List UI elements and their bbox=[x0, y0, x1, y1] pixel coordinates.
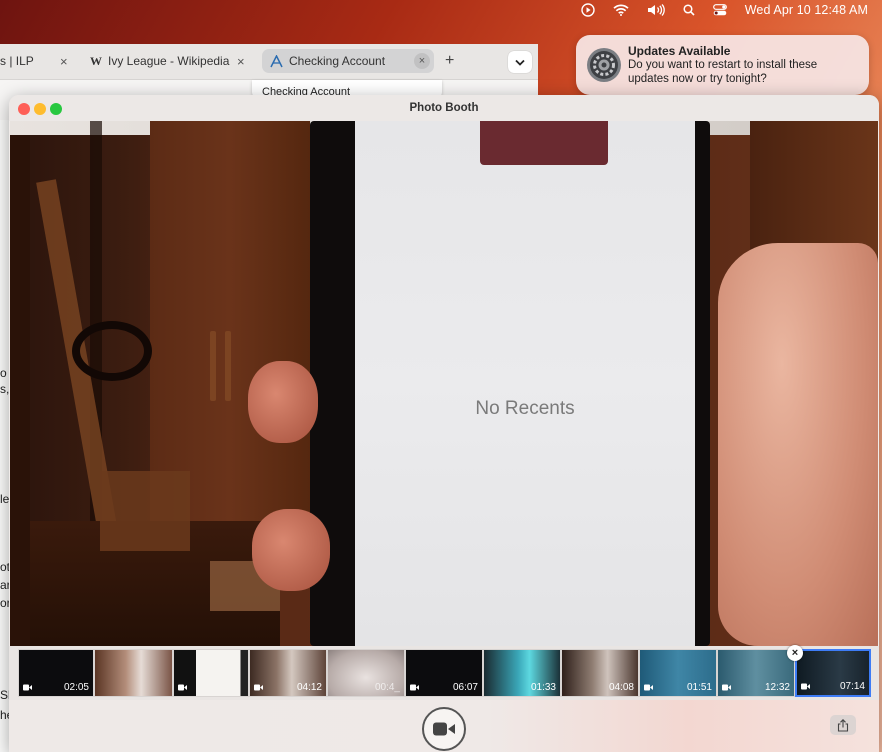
camera-preview: No Recents bbox=[10, 121, 878, 646]
video-camera-icon bbox=[644, 684, 653, 691]
video-camera-icon bbox=[410, 684, 419, 691]
thumbnail-duration: 01:51 bbox=[686, 682, 712, 693]
page-text-fragment: o bbox=[0, 366, 7, 380]
thumbnail-duration: 04:12 bbox=[296, 682, 322, 693]
tab-title: Ivy League - Wikipedia bbox=[108, 54, 230, 68]
photo-booth-window: Photo Booth No Recents 02:05 04:12 00:4_… bbox=[9, 95, 879, 752]
update-notification[interactable]: Updates Available Do you want to restart… bbox=[576, 35, 869, 95]
share-icon bbox=[837, 718, 849, 732]
tab-close-icon[interactable]: × bbox=[237, 54, 245, 69]
thumbnail[interactable]: 04:12 bbox=[249, 649, 327, 697]
wifi-icon[interactable] bbox=[613, 0, 629, 20]
thumbnail[interactable] bbox=[173, 649, 249, 697]
tab-title: Checking Account bbox=[289, 54, 386, 68]
window-titlebar[interactable]: Photo Booth bbox=[9, 95, 879, 121]
site-favicon-icon bbox=[270, 54, 283, 68]
menu-bar: Wed Apr 10 12:48 AM bbox=[0, 0, 882, 20]
photo-booth-toolbar bbox=[9, 700, 879, 752]
share-button[interactable] bbox=[830, 715, 856, 735]
now-playing-icon[interactable] bbox=[581, 0, 595, 20]
thumbnail-duration: 01:33 bbox=[530, 682, 556, 693]
thumbnail-duration: 04:08 bbox=[608, 682, 634, 693]
thumbnail[interactable]: 01:51 bbox=[639, 649, 717, 697]
tab-close-icon[interactable]: × bbox=[60, 54, 68, 69]
thumbnail[interactable]: 06:07 bbox=[405, 649, 483, 697]
video-camera-icon bbox=[722, 684, 731, 691]
thumbnail[interactable]: 04:08 bbox=[561, 649, 639, 697]
search-icon[interactable] bbox=[683, 0, 695, 20]
thumbnail-duration: 06:07 bbox=[452, 682, 478, 693]
window-title: Photo Booth bbox=[409, 102, 479, 114]
no-recents-text: No Recents bbox=[475, 398, 575, 419]
record-video-button[interactable] bbox=[422, 707, 466, 751]
control-center-icon[interactable] bbox=[712, 0, 727, 20]
tab-overview-button[interactable] bbox=[508, 51, 532, 73]
page-text-fragment: s, bbox=[0, 382, 10, 396]
thumbnail-duration: 12:32 bbox=[764, 682, 790, 693]
new-tab-button[interactable]: + bbox=[445, 52, 454, 70]
video-camera-icon bbox=[178, 684, 187, 691]
wikipedia-favicon-icon: W bbox=[90, 53, 102, 68]
notification-body: Do you want to restart to install these … bbox=[628, 59, 818, 85]
tab-bar: s | ILP × W Ivy League - Wikipedia × Che… bbox=[0, 44, 538, 80]
tab-checking-account[interactable]: Checking Account × bbox=[262, 49, 434, 73]
video-camera-icon bbox=[254, 684, 263, 691]
tab-ivy-league[interactable]: W Ivy League - Wikipedia × bbox=[84, 49, 254, 73]
delete-thumbnail-button[interactable]: × bbox=[787, 645, 803, 661]
thumbnail[interactable] bbox=[94, 649, 173, 697]
menubar-clock[interactable]: Wed Apr 10 12:48 AM bbox=[745, 0, 868, 20]
thumbnail-selected[interactable]: 07:14 bbox=[795, 649, 871, 697]
tab-ilp[interactable]: s | ILP × bbox=[0, 49, 76, 73]
thumbnail[interactable]: 00:4_ bbox=[327, 649, 405, 697]
video-camera-icon bbox=[801, 683, 810, 690]
thumbnail[interactable]: 02:05 bbox=[18, 649, 94, 697]
tab-close-icon[interactable]: × bbox=[414, 53, 430, 69]
chevron-down-icon bbox=[515, 59, 525, 66]
system-settings-gear-icon bbox=[587, 48, 621, 82]
thumbnail[interactable]: 01:33 bbox=[483, 649, 561, 697]
video-camera-icon bbox=[433, 722, 455, 736]
phone-screen bbox=[355, 121, 695, 646]
thumbnail-duration: 00:4_ bbox=[374, 682, 400, 693]
video-camera-icon bbox=[23, 684, 32, 691]
thumbnail-duration: 07:14 bbox=[839, 681, 865, 692]
volume-icon[interactable] bbox=[647, 0, 665, 20]
tab-title: s | ILP bbox=[0, 54, 34, 68]
thumbnail-duration: 02:05 bbox=[63, 682, 89, 693]
thumbnail-strip[interactable]: 02:05 04:12 00:4_ 06:07 01:33 04:08 01:5… bbox=[9, 645, 879, 700]
thumbnail[interactable]: 12:32 bbox=[717, 649, 795, 697]
page-text-fragment: le bbox=[0, 492, 10, 506]
notification-title: Updates Available bbox=[628, 44, 731, 58]
